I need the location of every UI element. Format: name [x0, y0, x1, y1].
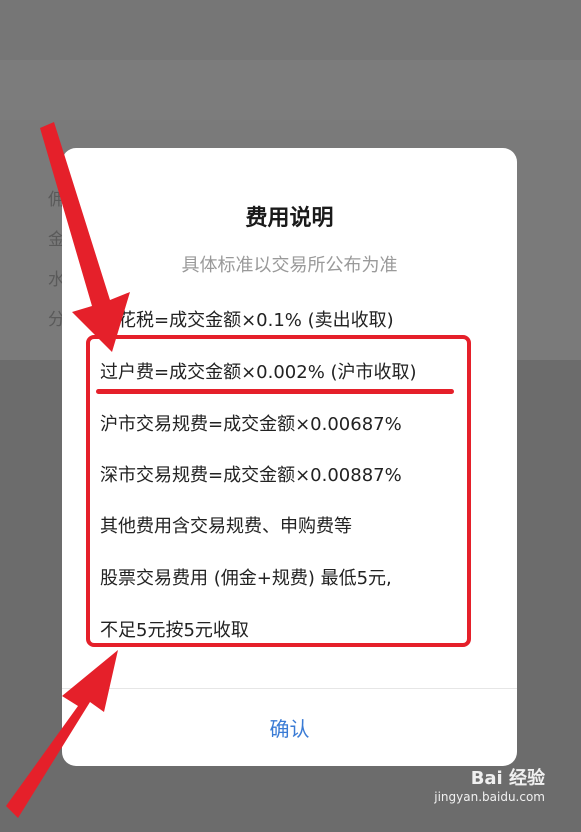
watermark: Bai 经验 jingyan.baidu.com	[434, 764, 545, 804]
annotation-arrow-top-icon	[40, 122, 130, 352]
watermark-brand: Bai 经验	[470, 768, 545, 789]
watermark-url: jingyan.baidu.com	[434, 790, 545, 804]
annotation-arrows	[6, 122, 130, 818]
annotation-arrow-bottom-icon	[6, 650, 118, 818]
